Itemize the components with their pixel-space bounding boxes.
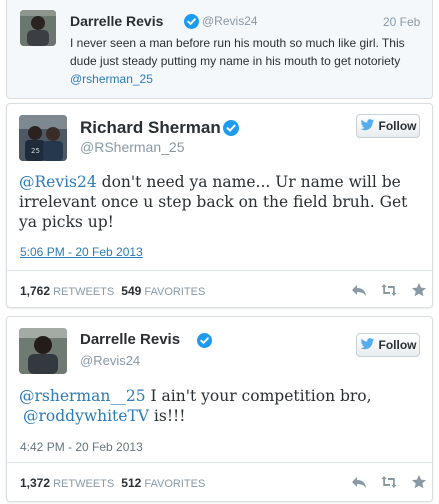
tweet-text: @rsherman__25 I ain't your competition b… <box>19 387 399 427</box>
mention-link[interactable]: @rsherman__25 <box>19 387 146 405</box>
twitter-bird-icon <box>360 337 375 353</box>
author-handle[interactable]: @Revis24 <box>202 14 258 28</box>
verified-badge-icon <box>223 120 239 136</box>
divider <box>7 270 432 271</box>
tweet-timestamp[interactable]: 5:06 PM - 20 Feb 2013 <box>20 245 143 259</box>
tweet-main-card: 25 Richard Sherman @RSherman_25 Follow @… <box>6 103 433 308</box>
mention-link[interactable]: @rsherman_25 <box>70 72 153 86</box>
divider <box>7 462 432 463</box>
author-name[interactable]: Richard Sherman <box>80 118 221 138</box>
author-name[interactable]: Darrelle Revis <box>80 331 180 348</box>
favorite-star-icon[interactable] <box>411 282 427 298</box>
follow-button[interactable]: Follow <box>356 333 420 357</box>
twitter-bird-icon <box>360 118 375 134</box>
retweets-label: RETWEETS <box>53 286 115 298</box>
follow-label: Follow <box>378 338 417 352</box>
author-name[interactable]: Darrelle Revis <box>70 13 163 29</box>
retweet-icon[interactable] <box>381 282 397 298</box>
retweet-count[interactable]: 1,762 <box>20 284 50 298</box>
tweet-third-card: Darrelle Revis @Revis24 Follow @rsherman… <box>6 316 433 502</box>
avatar[interactable]: 25 <box>19 115 67 161</box>
tweet-actions <box>351 474 427 490</box>
reply-icon[interactable] <box>351 474 367 490</box>
tweet-timestamp[interactable]: 4:42 PM - 20 Feb 2013 <box>20 440 143 454</box>
favorites-label: FAVORITES <box>144 286 206 298</box>
verified-badge-icon <box>184 14 199 29</box>
follow-button[interactable]: Follow <box>356 114 420 138</box>
avatar[interactable] <box>19 328 67 374</box>
tweet-text: @Revis24 don't need ya name... Ur name w… <box>19 173 424 232</box>
follow-label: Follow <box>378 119 417 133</box>
tweet-text-end: is!!! <box>148 406 186 425</box>
verified-badge-icon <box>197 333 212 348</box>
retweet-count[interactable]: 1,372 <box>20 476 50 490</box>
retweets-label: RETWEETS <box>53 478 115 490</box>
mention-link[interactable]: @Revis24 <box>19 173 97 191</box>
tweet-date[interactable]: 20 Feb <box>383 15 420 29</box>
retweet-icon[interactable] <box>381 474 397 490</box>
author-handle[interactable]: @RSherman_25 <box>80 139 185 155</box>
favorite-count[interactable]: 512 <box>121 476 141 490</box>
favorites-label: FAVORITES <box>144 478 206 490</box>
tweet-stats: 1,762 RETWEETS 549 FAVORITES <box>20 284 205 298</box>
avatar[interactable] <box>20 10 56 46</box>
tweet-text: I never seen a man before run his mouth … <box>70 34 425 88</box>
svg-text:25: 25 <box>31 147 40 155</box>
tweet-text-body: I never seen a man before run his mouth … <box>70 36 405 68</box>
tweet-stats: 1,372 RETWEETS 512 FAVORITES <box>20 476 205 490</box>
author-handle[interactable]: @Revis24 <box>80 353 140 368</box>
mention-link[interactable]: @roddywhiteTV <box>23 407 149 425</box>
tweet-text-body: I ain't your competition bro, <box>145 387 372 405</box>
reply-icon[interactable] <box>351 282 367 298</box>
tweet-reply-card: Darrelle Revis @Revis24 20 Feb I never s… <box>6 0 433 99</box>
favorite-star-icon[interactable] <box>411 474 427 490</box>
favorite-count[interactable]: 549 <box>121 284 141 298</box>
tweet-actions <box>351 282 427 298</box>
